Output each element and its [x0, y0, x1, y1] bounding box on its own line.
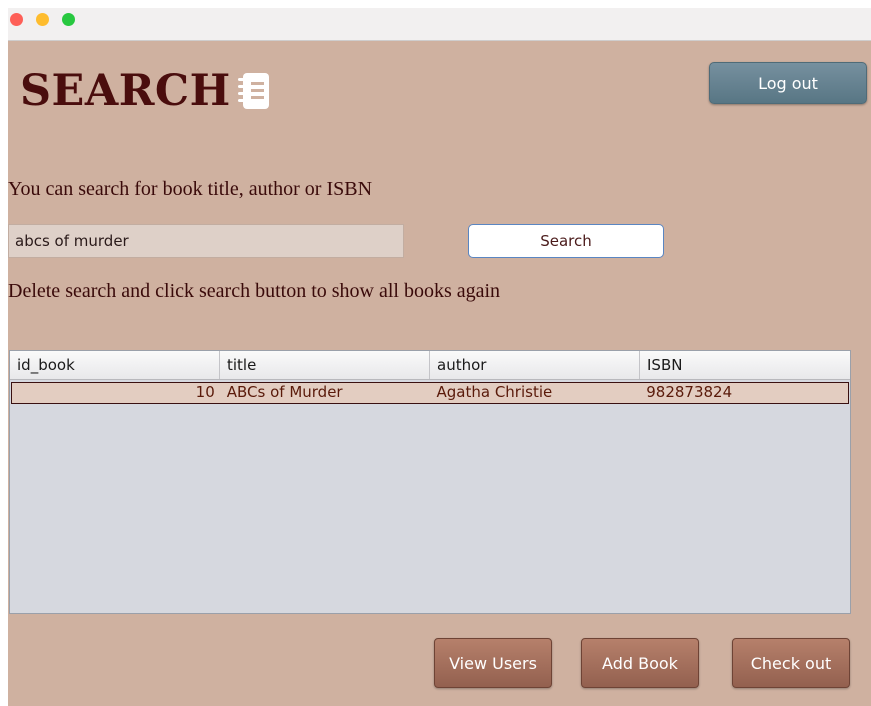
search-button[interactable]: Search [468, 224, 664, 258]
close-window-button[interactable] [10, 13, 23, 26]
logout-button[interactable]: Log out [709, 62, 867, 104]
column-header-author[interactable]: author [430, 351, 640, 379]
cell-id-book: 10 [195, 383, 215, 401]
reset-hint: Delete search and click search button to… [8, 280, 501, 302]
column-header-id-book[interactable]: id_book [10, 351, 220, 379]
search-input[interactable]: abcs of murder [8, 224, 404, 258]
title-bar [8, 8, 871, 41]
check-out-button[interactable]: Check out [732, 638, 850, 688]
view-users-button[interactable]: View Users [434, 638, 552, 688]
notebook-icon [238, 73, 269, 109]
search-hint: You can search for book title, author or… [8, 178, 373, 200]
books-table: id_book title author ISBN 10 ABCs of Mur… [9, 350, 851, 614]
add-book-button[interactable]: Add Book [581, 638, 699, 688]
column-header-isbn[interactable]: ISBN [640, 351, 850, 379]
column-header-title[interactable]: title [220, 351, 430, 379]
minimize-window-button[interactable] [36, 13, 49, 26]
table-row[interactable]: 10 ABCs of Murder Agatha Christie 982873… [11, 382, 849, 404]
page-title: SEARCH [20, 66, 231, 116]
cell-author: Agatha Christie [436, 383, 553, 401]
app-window: SEARCH Log out You can search for book t… [8, 8, 871, 706]
table-header: id_book title author ISBN [10, 351, 850, 380]
cell-title: ABCs of Murder [226, 383, 343, 401]
cell-isbn: 982873824 [646, 383, 733, 401]
maximize-window-button[interactable] [62, 13, 75, 26]
